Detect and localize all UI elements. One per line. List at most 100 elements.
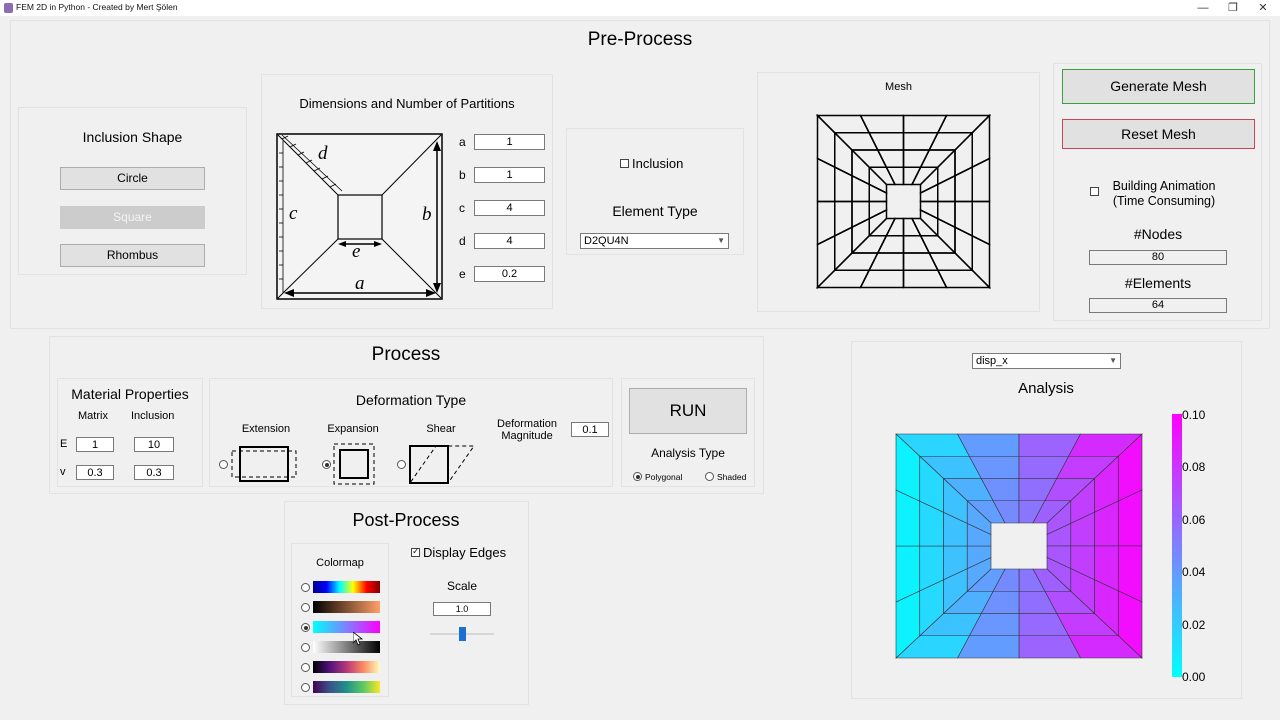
mesh-element [832, 252, 879, 271]
inclusion-checkbox[interactable] [620, 159, 629, 168]
square-button[interactable]: Square [60, 206, 205, 229]
scale-slider-thumb[interactable] [458, 627, 466, 641]
colormap-radio-copper[interactable] [301, 603, 310, 612]
material-col-matrix: Matrix [78, 410, 108, 422]
colormap-viridis[interactable] [313, 681, 380, 693]
inclusion-shape-title: Inclusion Shape [82, 129, 183, 145]
magnitude-label: Deformation Magnitude [497, 418, 557, 442]
analysis-field-value: disp_x [976, 355, 1008, 367]
matrix-v-input[interactable] [76, 465, 114, 480]
shaded-radio[interactable] [705, 472, 714, 481]
dim-a-input[interactable] [474, 134, 545, 150]
material-title: Material Properties [71, 386, 189, 402]
chevron-down-icon: ▼ [717, 236, 725, 245]
colormap-gray-reversed[interactable] [313, 641, 380, 653]
colorbar-tick: 0.10 [1182, 408, 1206, 422]
mesh-element [928, 132, 975, 151]
mesh-title: Mesh [885, 81, 912, 93]
window-title: FEM 2D in Python - Created by Mert Şölen [16, 2, 178, 12]
shaded-label: Shaded [717, 472, 747, 482]
building-animation-text: Building Animation [1112, 179, 1216, 193]
analysis-field-select[interactable]: disp_x ▼ [972, 353, 1121, 369]
circle-button[interactable]: Circle [60, 167, 205, 190]
colorbar [1172, 414, 1182, 677]
colorbar-tick: 0.04 [1182, 565, 1206, 579]
scale-value[interactable]: 1.0 [433, 602, 491, 616]
nodes-value: 80 [1089, 250, 1227, 265]
mesh-element [834, 200, 853, 238]
inclusion-checkbox-label: Inclusion [632, 156, 684, 171]
inclusion-v-input[interactable] [134, 465, 174, 480]
mesh-element [876, 149, 905, 168]
mesh-element [902, 269, 948, 289]
mesh-element [834, 130, 853, 177]
mesh-element [919, 200, 939, 220]
colormap-magma[interactable] [313, 661, 380, 673]
scale-label: Scale [446, 579, 478, 593]
deformation-shear-label: Shear [426, 423, 456, 435]
mesh-element [832, 132, 879, 151]
dim-label-e: e [459, 267, 466, 281]
mesh-element [937, 148, 956, 186]
shear-radio[interactable] [397, 460, 406, 469]
analysis-type-title: Analysis Type [651, 446, 725, 460]
restore-button[interactable]: ❐ [1218, 0, 1248, 16]
dim-b-input[interactable] [474, 167, 545, 183]
expansion-radio[interactable] [322, 460, 331, 469]
magnitude-input[interactable] [571, 422, 609, 437]
minimize-button[interactable]: — [1188, 0, 1218, 16]
colormap-radio-gray[interactable] [301, 643, 310, 652]
mesh-element [816, 114, 836, 169]
reset-mesh-button[interactable]: Reset Mesh [1062, 119, 1255, 149]
analysis-plot [895, 433, 1143, 659]
colormap-cool[interactable] [313, 621, 380, 633]
mesh-element [919, 208, 939, 238]
mesh-element [816, 157, 836, 203]
mesh-element [859, 269, 905, 289]
rhombus-button[interactable]: Rhombus [60, 244, 205, 267]
dim-label-a: a [459, 135, 466, 149]
mesh-element [910, 166, 940, 186]
mesh-element [851, 148, 870, 186]
mesh-element [902, 166, 922, 186]
colormap-radio-magma[interactable] [301, 663, 310, 672]
colorbar-tick: 0.00 [1182, 670, 1206, 684]
dim-d-input[interactable] [474, 233, 545, 249]
element-type-select[interactable]: D2QU4N ▼ [580, 233, 729, 249]
colormap-radio-viridis[interactable] [301, 683, 310, 692]
inclusion-e-input[interactable] [134, 437, 174, 452]
dim-e-input[interactable] [474, 266, 545, 282]
deformation-expansion-label: Expansion [327, 423, 379, 435]
run-button[interactable]: RUN [629, 388, 747, 434]
preprocess-title: Pre-Process [587, 29, 693, 50]
material-row-v-label: v [60, 466, 66, 478]
mesh-element [867, 217, 897, 237]
colormap-radio-jet[interactable] [301, 583, 310, 592]
mesh-element [902, 235, 931, 254]
mesh-element [867, 132, 905, 151]
mesh-element [919, 235, 957, 254]
dim-c-input[interactable] [474, 200, 545, 216]
extension-radio[interactable] [219, 460, 228, 469]
generate-mesh-button[interactable]: Generate Mesh [1062, 69, 1255, 104]
colormap-jet[interactable] [313, 581, 380, 593]
diagram-label-b: b [422, 204, 432, 225]
matrix-e-input[interactable] [76, 437, 114, 452]
building-animation-note: (Time Consuming) [1112, 194, 1216, 208]
display-edges-label: Display Edges [423, 545, 507, 560]
building-animation-checkbox[interactable] [1090, 187, 1099, 196]
colormap-copper[interactable] [313, 601, 380, 613]
diagram-label-d: d [318, 143, 328, 164]
mesh-element [954, 130, 973, 177]
element-type-value: D2QU4N [584, 235, 629, 247]
colormap-radio-cool[interactable] [301, 623, 310, 632]
elements-value: 64 [1089, 298, 1227, 313]
mesh-element [937, 174, 956, 203]
polygonal-radio[interactable] [633, 472, 642, 481]
display-edges-checkbox[interactable] [411, 546, 420, 557]
shear-icon [409, 445, 475, 484]
colorbar-ticks: 0.10 0.08 0.06 0.04 0.02 0.00 [1182, 408, 1222, 684]
inner-square [337, 194, 383, 240]
mesh-element [834, 165, 853, 203]
close-button[interactable]: ✕ [1248, 0, 1278, 16]
